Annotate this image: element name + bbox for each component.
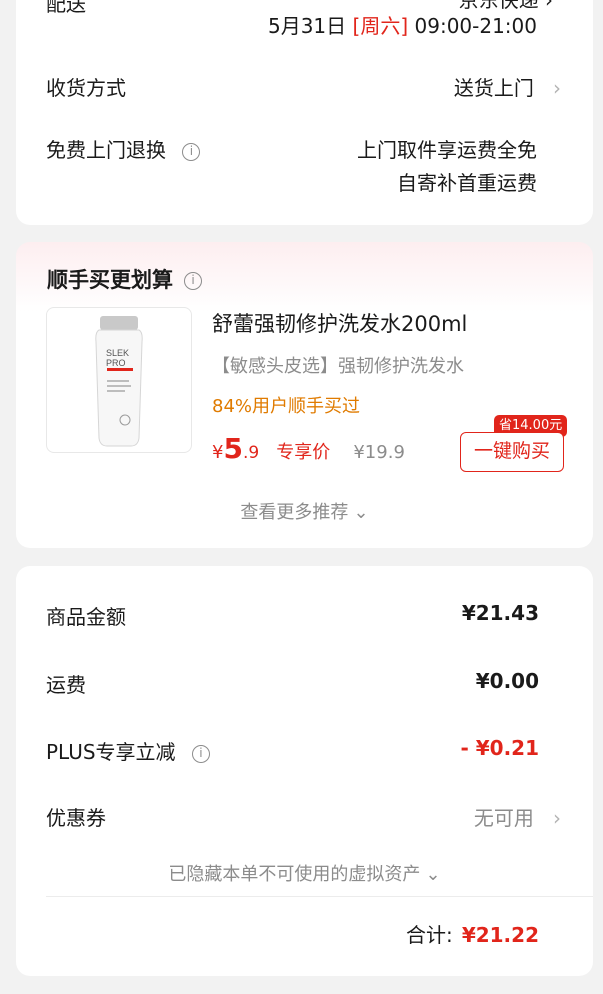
free-return-line2: 自寄补首重运费 [397,171,537,195]
product-price: ¥5.9 专享价 ¥19.9 [212,432,405,465]
receive-method-value[interactable]: 送货上门 › [454,72,561,101]
shipping-fee-label: 运费 [46,673,86,697]
total-label: 合计: [405,923,453,947]
price-integer: 5 [223,432,243,465]
price-tag: 专享价 [276,442,331,463]
hidden-assets-toggle[interactable]: 已隐藏本单不可使用的虚拟资产 ⌄ [16,860,593,886]
plus-discount-value: - ¥0.21 [460,736,539,760]
free-return-label-text: 免费上门退换 [46,138,166,162]
shampoo-bottle-icon [95,316,143,447]
product-buy-stat: 84%用户顺手买过 [212,396,361,417]
delivery-weekday: [周六] [352,14,409,38]
more-recommendations[interactable]: 查看更多推荐 ⌄ [16,498,593,524]
product-image[interactable]: SLEK PRO [46,307,192,453]
plus-discount-label: PLUS专享立减 i [46,736,210,765]
receive-method-text: 送货上门 [453,76,534,100]
chevron-right-icon: › [553,806,561,830]
info-icon[interactable]: i [184,271,203,290]
product-image-brand: SLEK PRO [106,348,130,368]
shipping-fee-value: ¥0.00 [475,669,539,693]
free-return-label: 免费上门退换 i [46,134,201,163]
delivery-hours: 09:00-21:00 [414,14,538,38]
delivery-card: 配送 京东快递 › 5月31日 [周六] 09:00-21:00 收货方式 送货… [16,0,593,225]
delivery-date: 5月31日 [267,14,347,38]
rec-title: 顺手买更划算 [47,268,173,292]
divider [46,896,593,897]
chevron-right-icon: › [553,76,561,100]
price-symbol: ¥ [212,442,224,463]
rec-header: 顺手买更划算 i [47,264,203,294]
goods-amount-value: ¥21.43 [461,601,539,625]
price-summary-card: 商品金额 ¥21.43 运费 ¥0.00 PLUS专享立减 i - ¥0.21 … [16,566,593,976]
quick-buy-button[interactable]: 一键购买 [460,432,564,472]
info-icon[interactable]: i [182,142,201,161]
more-recommendations-label: 查看更多推荐 [240,502,349,523]
free-return-desc: 上门取件享运费全免 自寄补首重运费 [357,134,537,200]
receive-method-label: 收货方式 [46,76,126,100]
original-price: ¥19.9 [353,442,405,463]
goods-amount-label: 商品金额 [46,605,126,629]
free-return-line1: 上门取件享运费全免 [357,138,537,162]
coupon-selector[interactable]: 无可用 › [474,802,561,831]
chevron-down-icon: ⌄ [353,502,369,523]
delivery-label-cut: 配送 [46,0,86,16]
order-total: 合计: ¥21.22 [406,919,539,948]
plus-discount-label-text: PLUS专享立减 [46,740,176,764]
recommendation-card: 顺手买更划算 i SLEK PRO 舒蕾强韧修护洗发水200ml 【敏感头皮选】… [16,242,593,548]
coupon-value: 无可用 [473,806,534,830]
delivery-time[interactable]: 5月31日 [周六] 09:00-21:00 [268,10,537,39]
price-decimal: .9 [242,443,260,463]
total-value: ¥21.22 [461,923,539,947]
product-name[interactable]: 舒蕾强韧修护洗发水200ml [212,308,467,338]
hidden-assets-label: 已隐藏本单不可使用的虚拟资产 [168,864,421,885]
coupon-label: 优惠券 [46,806,106,830]
info-icon[interactable]: i [191,744,210,763]
product-subtitle: 【敏感头皮选】强韧修护洗发水 [212,356,464,377]
chevron-down-icon: ⌄ [425,864,441,885]
